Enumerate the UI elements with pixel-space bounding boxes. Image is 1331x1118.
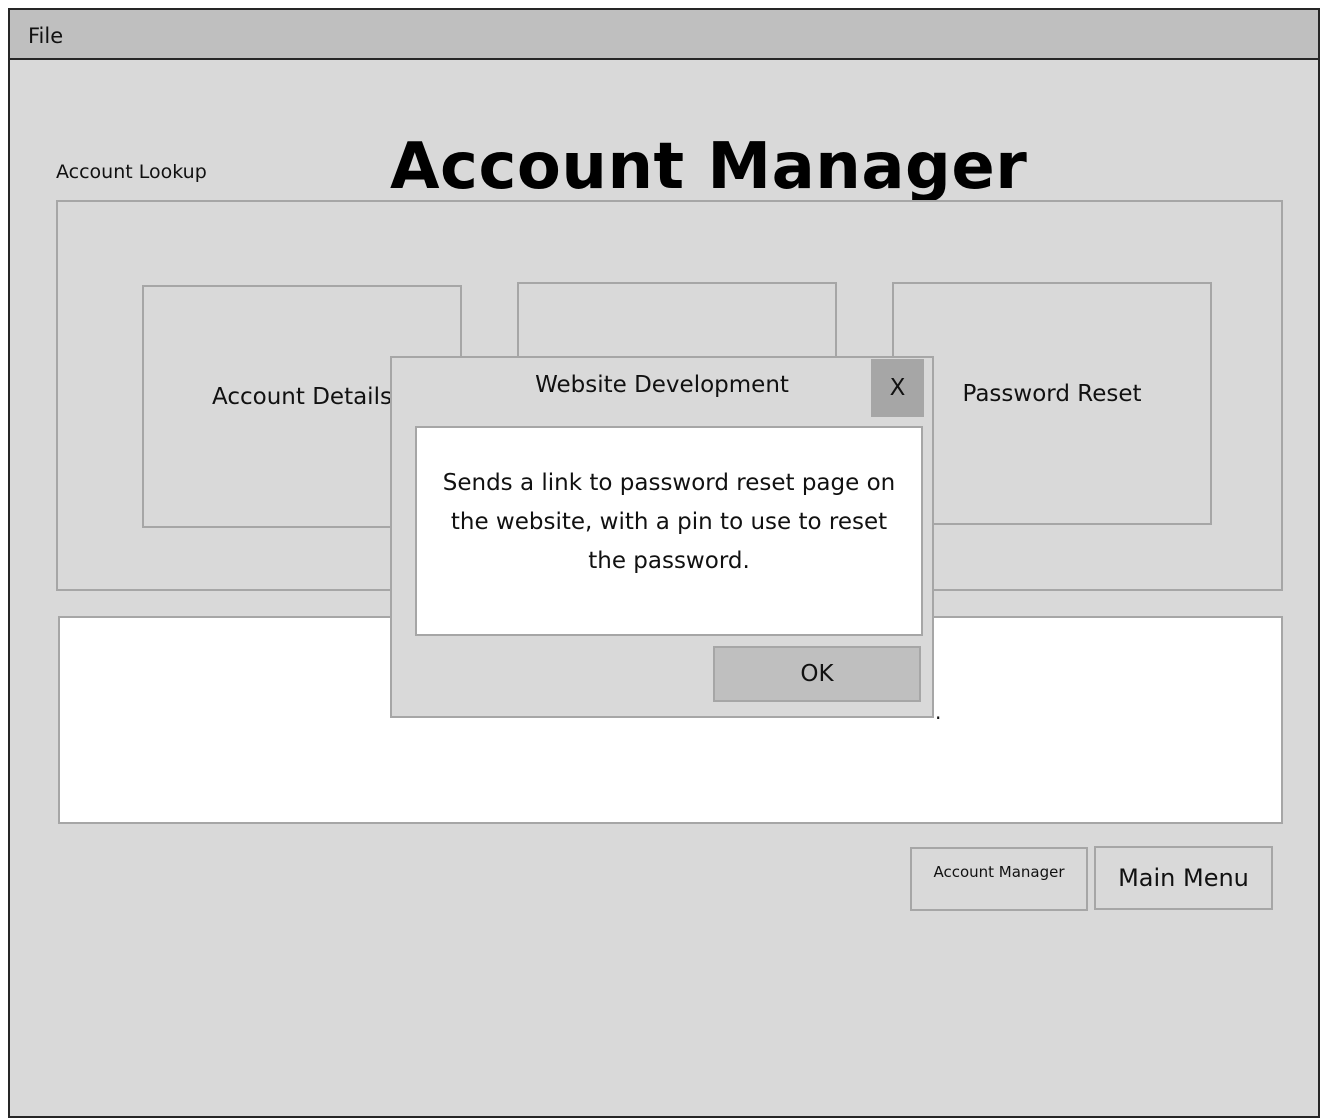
password-reset-label: Password Reset: [962, 380, 1142, 407]
page-title: Account Manager: [390, 130, 1028, 204]
password-reset-button[interactable]: Password Reset: [892, 282, 1212, 525]
message-dialog: Website Development X Sends a link to pa…: [390, 356, 934, 718]
close-button[interactable]: X: [871, 359, 924, 417]
menu-file[interactable]: File: [28, 24, 63, 48]
account-lookup-label: Account Lookup: [56, 161, 207, 183]
dialog-message: Sends a link to password reset page on t…: [442, 470, 896, 574]
account-manager-button[interactable]: Account Manager: [910, 847, 1088, 911]
main-menu-button[interactable]: Main Menu: [1094, 846, 1273, 910]
close-icon: X: [889, 375, 906, 401]
dialog-message-box: Sends a link to password reset page on t…: [415, 426, 923, 636]
dialog-title: Website Development: [535, 372, 789, 398]
account-details-label: Account Details: [212, 383, 392, 410]
output-text: .: [935, 700, 942, 724]
menu-bar: File: [10, 10, 1318, 60]
application-window: File Account Lookup Account Manager Acco…: [8, 8, 1320, 1118]
ok-button[interactable]: OK: [713, 646, 921, 702]
